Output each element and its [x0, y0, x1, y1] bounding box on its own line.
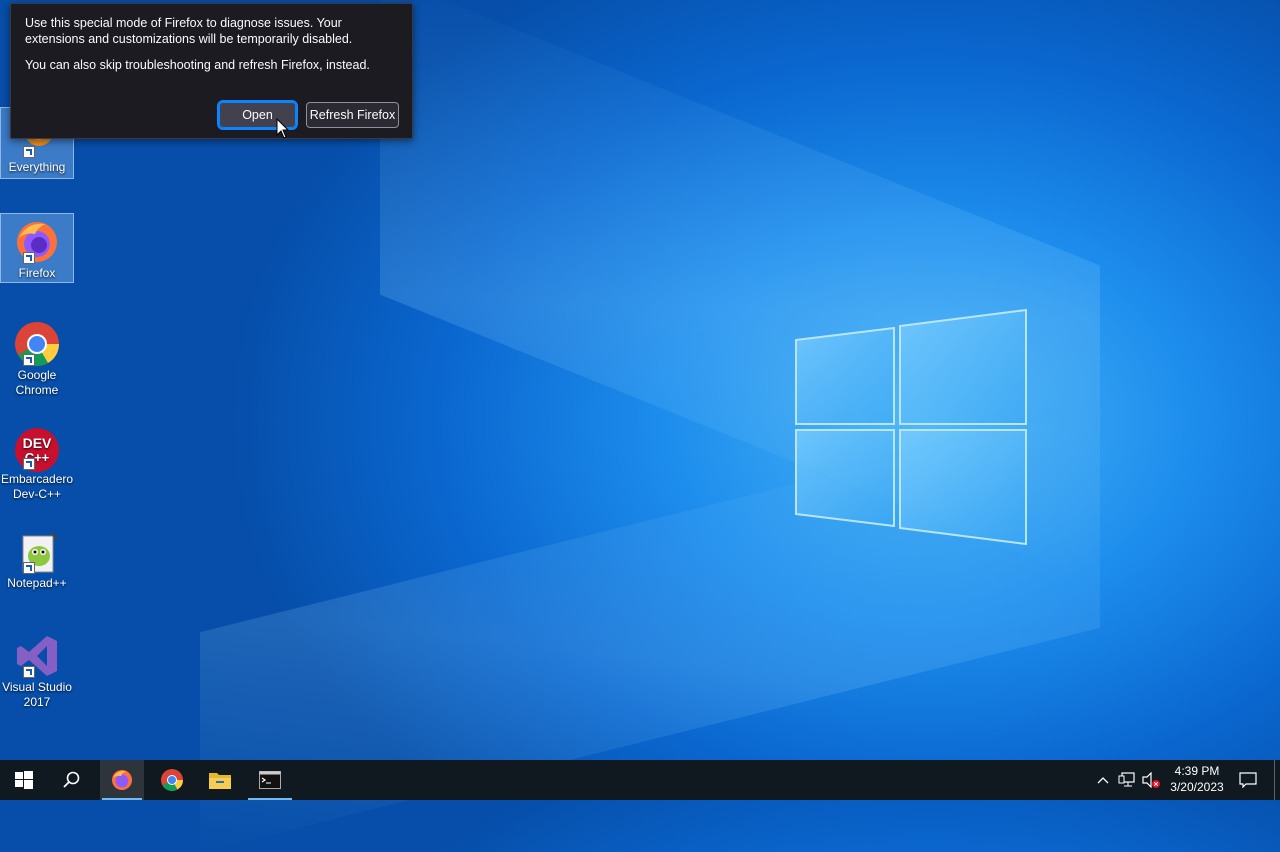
- desktop-icon-notepadpp[interactable]: Notepad++: [1, 524, 73, 591]
- chrome-icon: [161, 769, 183, 791]
- svg-text:DEV: DEV: [23, 435, 52, 451]
- notification-icon: [1239, 772, 1257, 788]
- show-hidden-icons-button[interactable]: [1094, 760, 1112, 800]
- taskbar-clock[interactable]: 4:39 PM 3/20/2023: [1162, 763, 1232, 795]
- firefox-icon: [112, 770, 132, 790]
- desktop-icon-label: Visual Studio 2017: [2, 680, 72, 709]
- refresh-firefox-button[interactable]: Refresh Firefox: [306, 102, 399, 128]
- network-button[interactable]: [1116, 760, 1138, 800]
- start-icon: [15, 771, 33, 789]
- taskbar: 4:39 PM 3/20/2023: [0, 760, 1280, 800]
- show-desktop-divider[interactable]: [1274, 760, 1275, 800]
- action-center-button[interactable]: [1234, 760, 1262, 800]
- desktop-icon-label: Everything: [8, 160, 66, 174]
- shortcut-arrow-icon: [23, 458, 35, 470]
- dialog-secondary-message: You can also skip troubleshooting and re…: [25, 58, 370, 72]
- clock-date: 3/20/2023: [1170, 780, 1224, 794]
- desktop-icon-visual-studio[interactable]: Visual Studio 2017: [1, 628, 73, 710]
- search-button[interactable]: [48, 760, 96, 800]
- taskbar-firefox-button[interactable]: [100, 760, 144, 800]
- notepadpp-icon: [13, 528, 61, 576]
- taskbar-chrome-button[interactable]: [148, 760, 196, 800]
- shortcut-arrow-icon: [23, 252, 35, 264]
- desktop-icon-google-chrome[interactable]: Google Chrome: [1, 316, 73, 398]
- taskbar-file-explorer-button[interactable]: [196, 760, 244, 800]
- desktop-icon-firefox[interactable]: Firefox: [0, 213, 74, 283]
- shortcut-arrow-icon: [23, 666, 35, 678]
- firefox-icon: [13, 218, 61, 266]
- desktop-icon-label: Google Chrome: [15, 368, 59, 397]
- dialog-message: Use this special mode of Firefox to diag…: [25, 16, 353, 46]
- chrome-icon: [13, 320, 61, 368]
- mouse-cursor-icon: [276, 118, 290, 139]
- terminal-icon: [259, 771, 281, 789]
- volume-button[interactable]: [1140, 760, 1162, 800]
- troubleshoot-mode-dialog: Use this special mode of Firefox to diag…: [10, 3, 413, 139]
- visual-studio-icon: [13, 632, 61, 680]
- taskbar-terminal-button[interactable]: [246, 760, 294, 800]
- devcpp-icon: DEV C++: [13, 424, 61, 472]
- windows-logo-wallpaper: [795, 308, 1027, 546]
- start-button[interactable]: [0, 760, 48, 800]
- desktop-icon-label: Notepad++: [7, 576, 67, 590]
- shortcut-arrow-icon: [23, 562, 35, 574]
- desktop-icon-label: Embarcadero Dev-C++: [1, 472, 74, 501]
- chevron-up-icon: [1097, 777, 1109, 784]
- volume-muted-icon: [1142, 772, 1160, 788]
- search-icon: [63, 771, 80, 788]
- clock-time: 4:39 PM: [1174, 764, 1220, 778]
- shortcut-arrow-icon: [23, 354, 35, 366]
- network-icon: [1118, 772, 1135, 787]
- shortcut-arrow-icon: [23, 146, 35, 158]
- file-explorer-icon: [209, 773, 231, 789]
- desktop-icon-devcpp[interactable]: DEV C++ Embarcadero Dev-C++: [1, 420, 73, 502]
- desktop-icon-label: Firefox: [18, 266, 56, 280]
